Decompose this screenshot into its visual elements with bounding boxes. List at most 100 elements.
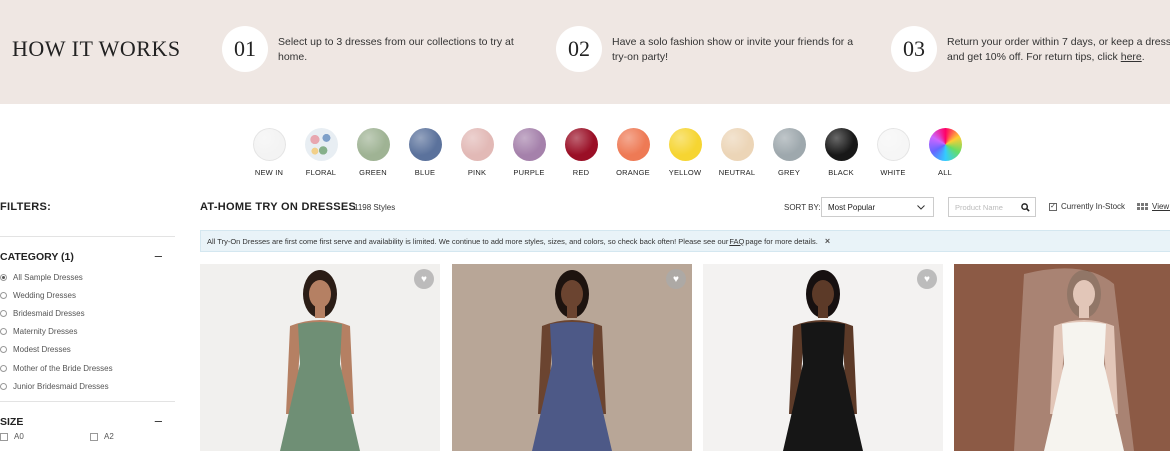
category-option[interactable]: All Sample Dresses [0, 268, 113, 286]
swatch-grey[interactable]: GREY [763, 128, 815, 177]
category-options: All Sample Dresses Wedding Dresses Bridesm… [0, 268, 113, 395]
in-stock-toggle[interactable]: ✓ Currently In-Stock [1049, 202, 1125, 211]
radio-button[interactable] [0, 364, 7, 372]
swatch-neutral[interactable]: NEUTRAL [711, 128, 763, 177]
checkbox[interactable] [90, 432, 98, 441]
step-2: 02 Have a solo fashion show or invite yo… [556, 26, 867, 72]
swatch-green[interactable]: GREEN [347, 128, 399, 177]
swatch-color [616, 128, 650, 161]
radio-button[interactable] [0, 346, 7, 354]
size-option[interactable]: A0 [0, 432, 90, 441]
radio-button[interactable] [0, 273, 7, 281]
step-text-end: . [1141, 51, 1145, 63]
category-option[interactable]: Wedding Dresses [0, 286, 113, 304]
swatch-blue[interactable]: BLUE [399, 128, 451, 177]
sort-dropdown[interactable]: Most Popular [821, 197, 934, 217]
swatch-color [460, 128, 494, 161]
in-stock-label: Currently In-Stock [1061, 202, 1126, 211]
swatch-color [304, 128, 338, 161]
swatch-color [824, 128, 858, 161]
grid-icon [1137, 203, 1148, 210]
category-label: All Sample Dresses [13, 272, 83, 282]
color-swatch-bar: NEW IN FLORAL GREEN BLUE PINK PURPLE RED ORANGE… [243, 128, 971, 177]
checkbox-checked-icon[interactable]: ✓ [1049, 202, 1057, 211]
category-option[interactable]: Maternity Dresses [0, 323, 113, 341]
swatch-pink[interactable]: PINK [451, 128, 503, 177]
swatch-color [668, 128, 702, 161]
product-search [948, 197, 1036, 217]
swatch-all[interactable]: ALL [919, 128, 971, 177]
swatch-color [252, 128, 286, 161]
notice-text: All Try-On Dresses are first come first … [207, 236, 729, 246]
size-facet-header[interactable]: SIZE – [0, 414, 162, 428]
faq-link[interactable]: FAQ [729, 237, 744, 246]
category-option[interactable]: Junior Bridesmaid Dresses [0, 377, 113, 395]
swatch-red[interactable]: RED [555, 128, 607, 177]
radio-button[interactable] [0, 328, 7, 336]
heart-icon[interactable]: ♥ [917, 269, 937, 289]
step-1: 01 Select up to 3 dresses from our colle… [222, 26, 533, 72]
checkbox[interactable] [0, 432, 8, 441]
sort-value: Most Popular [828, 202, 876, 212]
filters-title: FILTERS: [0, 201, 52, 213]
search-icon[interactable] [1021, 202, 1030, 212]
collapse-icon[interactable]: – [155, 414, 162, 428]
swatch-label: RED [572, 168, 590, 177]
heart-icon[interactable]: ♥ [666, 269, 686, 289]
swatch-purple[interactable]: PURPLE [503, 128, 555, 177]
swatch-color [928, 128, 962, 161]
radio-button[interactable] [0, 291, 7, 299]
swatch-label: BLACK [828, 168, 854, 177]
product-card[interactable]: ♥ [703, 264, 943, 451]
size-label: A2 [104, 432, 114, 441]
swatch-label: ORANGE [616, 168, 650, 177]
close-icon[interactable]: × [825, 236, 830, 246]
step-3: 03 Return your order within 7 days, or k… [891, 26, 1170, 72]
step-text: Have a solo fashion show or invite your … [612, 36, 854, 63]
return-tips-link[interactable]: here [1121, 51, 1142, 63]
swatch-label: WHITE [880, 168, 906, 177]
swatch-label: NEW IN [254, 168, 284, 177]
swatch-label: YELLOW [668, 168, 702, 177]
swatch-black[interactable]: BLACK [815, 128, 867, 177]
product-image [783, 270, 863, 451]
swatch-color [408, 128, 442, 161]
view-label: View S [1152, 202, 1170, 211]
search-input[interactable] [955, 202, 1017, 212]
swatch-yellow[interactable]: YELLOW [659, 128, 711, 177]
availability-notice: All Try-On Dresses are first come first … [200, 230, 1170, 252]
radio-button[interactable] [0, 309, 7, 317]
step-number: 01 [222, 26, 268, 72]
swatch-color [772, 128, 806, 161]
category-label: Mother of the Bride Dresses [13, 363, 113, 373]
swatch-white[interactable]: WHITE [867, 128, 919, 177]
swatch-label: PURPLE [513, 168, 545, 177]
step-number: 03 [891, 26, 937, 72]
category-option[interactable]: Mother of the Bride Dresses [0, 359, 113, 377]
collapse-icon[interactable]: – [155, 249, 162, 263]
category-facet-header[interactable]: CATEGORY (1) – [0, 249, 162, 263]
swatch-label: PINK [467, 168, 487, 177]
sort-label: SORT BY: [784, 203, 821, 212]
product-card[interactable] [954, 264, 1170, 451]
how-it-works-title: HOW IT WORKS [12, 36, 181, 61]
notice-text-end: page for more details. [745, 236, 818, 246]
swatch-color [356, 128, 390, 161]
heart-icon[interactable]: ♥ [414, 269, 434, 289]
category-label: Junior Bridesmaid Dresses [13, 381, 109, 391]
category-option[interactable]: Modest Dresses [0, 341, 113, 359]
radio-button[interactable] [0, 382, 7, 390]
listing-title: AT-HOME TRY ON DRESSES [200, 201, 357, 213]
view-toggle[interactable]: View S [1137, 202, 1170, 211]
product-card[interactable]: ♥ [200, 264, 440, 451]
how-it-works-banner: HOW IT WORKS 01 Select up to 3 dresses f… [0, 0, 1170, 104]
step-number: 02 [556, 26, 602, 72]
swatch-new-in[interactable]: NEW IN [243, 128, 295, 177]
size-option[interactable]: A2 [90, 432, 180, 441]
swatch-orange[interactable]: ORANGE [607, 128, 659, 177]
swatch-floral[interactable]: FLORAL [295, 128, 347, 177]
category-option[interactable]: Bridesmaid Dresses [0, 304, 113, 322]
size-heading: SIZE [0, 416, 24, 428]
product-card[interactable]: ♥ [452, 264, 692, 451]
step-text: Select up to 3 dresses from our collecti… [278, 36, 514, 63]
